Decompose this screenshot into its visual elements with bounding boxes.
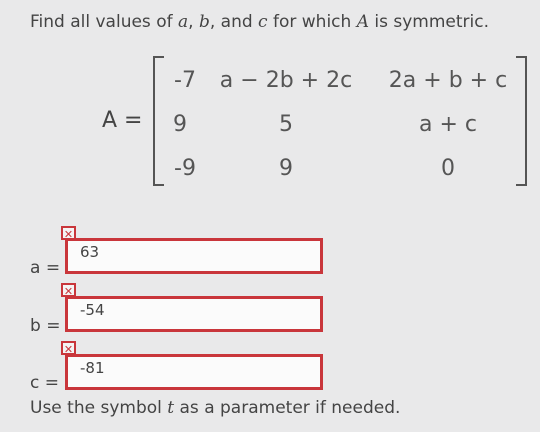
var-b: b <box>198 12 210 32</box>
matrix-right-bracket <box>516 56 527 186</box>
answer-a-label: a = <box>30 258 61 278</box>
matrix-cell-r3c3: 0 <box>441 156 455 181</box>
answer-b-label: b = <box>30 316 61 336</box>
incorrect-x-icon: ✕ <box>61 283 76 298</box>
matrix-cell-r1c1: -7 <box>174 68 196 93</box>
var-a: a <box>178 12 189 32</box>
matrix-label: A = <box>102 108 143 133</box>
parameter-hint: Use the symbol t as a parameter if neede… <box>30 398 401 418</box>
var-A: A <box>356 12 369 32</box>
answer-a-value: 63 <box>80 243 100 261</box>
matrix-cell-r3c1: -9 <box>174 156 196 181</box>
matrix-cell-r1c3: 2a + b + c <box>388 68 508 93</box>
answer-b-input[interactable]: -54 <box>65 296 323 332</box>
matrix-cell-r2c1: 9 <box>173 112 187 137</box>
matrix-cell-r3c2: 9 <box>279 156 293 181</box>
matrix-cell-r2c3: a + c <box>419 112 477 137</box>
answer-c-value: -81 <box>80 359 105 377</box>
matrix-cell-r2c2: 5 <box>279 112 293 137</box>
incorrect-x-icon: ✕ <box>61 341 76 356</box>
answer-b-value: -54 <box>80 301 105 319</box>
answer-a-input[interactable]: 63 <box>65 238 323 274</box>
matrix-cell-r1c2: a − 2b + 2c <box>219 68 353 93</box>
answer-c-input[interactable]: -81 <box>65 354 323 390</box>
var-c: c <box>258 12 268 32</box>
answer-c-label: c = <box>30 373 59 393</box>
matrix-left-bracket <box>153 56 164 186</box>
question-prompt: Find all values of a, b, and c for which… <box>30 12 489 32</box>
